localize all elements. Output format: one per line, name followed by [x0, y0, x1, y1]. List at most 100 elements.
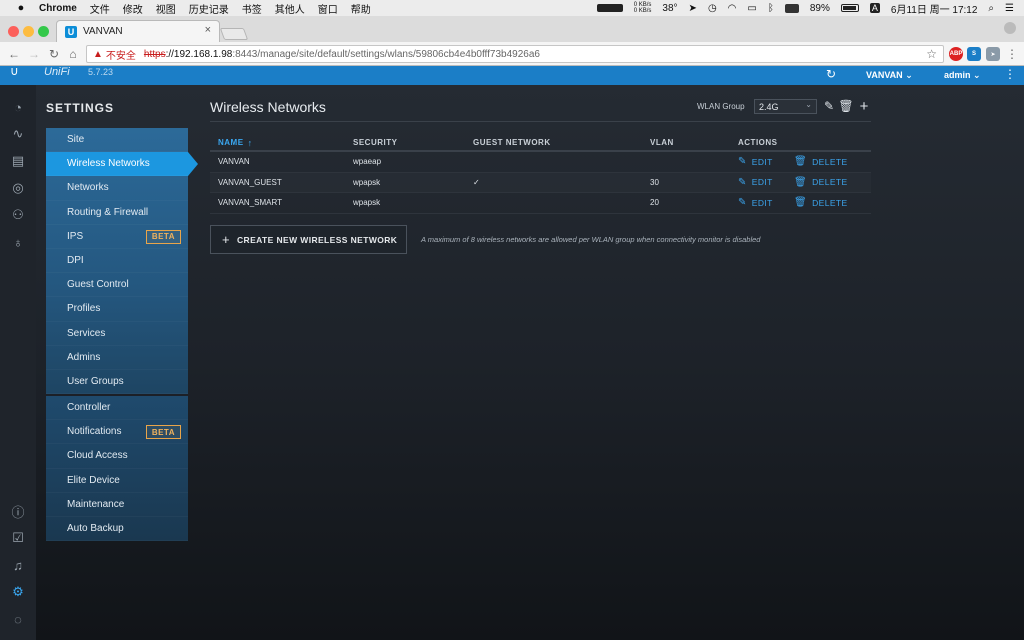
cell-vlan: 30 — [650, 177, 659, 187]
wifi-icon[interactable]: ◠ — [728, 3, 737, 14]
delete-button[interactable]: 🗑︎ DELETE — [794, 152, 848, 172]
apple-menu-icon[interactable]: ● — [14, 1, 28, 15]
delete-button[interactable]: 🗑︎ DELETE — [794, 173, 848, 193]
plus-icon: + — [222, 232, 230, 247]
settings-nav-admins[interactable]: Admins — [46, 346, 188, 370]
column-security-header[interactable]: SECURITY — [353, 135, 397, 150]
airplay-icon[interactable]: ▭ — [747, 3, 756, 14]
extension-s-icon[interactable]: S — [967, 47, 981, 61]
settings-nav-networks[interactable]: Networks — [46, 176, 188, 200]
alerts-bell-icon[interactable]: ♫ — [10, 557, 26, 573]
window-zoom-button[interactable] — [38, 26, 49, 37]
time-machine-icon[interactable]: ◷ — [708, 3, 717, 14]
adblock-extension-icon[interactable]: ABP — [949, 47, 963, 61]
column-name-header[interactable]: NAME ↑ — [218, 135, 253, 150]
settings-gear-icon[interactable]: ⚙ — [10, 584, 26, 600]
spotlight-icon[interactable]: ⌕ — [988, 3, 994, 14]
settings-nav-dpi[interactable]: DPI — [46, 249, 188, 273]
home-icon[interactable]: ⌂ — [65, 46, 81, 62]
create-wireless-network-button[interactable]: + CREATE NEW WIRELESS NETWORK — [210, 225, 407, 254]
profile-avatar[interactable] — [1004, 22, 1016, 34]
devices-icon[interactable]: ◎ — [10, 180, 26, 196]
menu-edit[interactable]: 修改 — [123, 1, 143, 16]
bookmark-star-icon[interactable]: ☆ — [926, 47, 937, 61]
settings-nav-cloud-access[interactable]: Cloud Access — [46, 444, 188, 468]
cell-name: VANVAN_GUEST — [218, 177, 282, 187]
info-icon[interactable]: ⓘ — [10, 503, 26, 520]
site-selector[interactable]: VANVAN ⌄ — [866, 70, 913, 81]
bluetooth-icon[interactable]: ᛒ — [768, 3, 774, 14]
new-tab-button[interactable] — [219, 28, 249, 40]
ubiquiti-logo-icon[interactable]: ∪ — [10, 64, 19, 78]
tab-close-icon[interactable]: × — [205, 24, 211, 36]
edit-pencil-icon[interactable]: ✎ — [822, 99, 836, 113]
send-icon[interactable]: ➤ — [689, 3, 697, 14]
insights-icon[interactable]: ♁ — [10, 234, 26, 250]
chrome-menu-icon[interactable]: ⋮ — [1004, 46, 1020, 62]
menu-bookmarks[interactable]: 书签 — [242, 1, 262, 16]
address-bar[interactable]: ▲ 不安全 https ://192.168.1.98 :8443/manage… — [86, 45, 944, 63]
window-close-button[interactable] — [8, 26, 19, 37]
reload-icon[interactable]: ↻ — [46, 46, 62, 62]
browser-tab-active[interactable]: U VANVAN × — [56, 20, 220, 42]
column-guest-header[interactable]: GUEST NETWORK — [473, 135, 551, 150]
menu-view[interactable]: 视图 — [156, 1, 176, 16]
cpu-graph-icon[interactable] — [596, 4, 623, 12]
add-plus-icon[interactable]: + — [857, 98, 871, 115]
user-selector[interactable]: admin ⌄ — [944, 70, 981, 81]
settings-nav-routing-firewall[interactable]: Routing & Firewall — [46, 201, 188, 225]
dashboard-icon[interactable]: ◔ — [10, 99, 26, 115]
extension-send-icon[interactable]: ➤ — [986, 47, 1000, 61]
temperature-reading[interactable]: 38° — [662, 3, 677, 14]
window-minimize-button[interactable] — [23, 26, 34, 37]
settings-nav-notifications[interactable]: Notifications BETA — [46, 420, 188, 444]
settings-nav-auto-backup[interactable]: Auto Backup — [46, 517, 188, 541]
wlan-group-select[interactable]: 2.4G ⌄ — [754, 99, 817, 114]
column-vlan-header[interactable]: VLAN — [650, 135, 674, 150]
settings-nav-controller-item[interactable]: Controller — [46, 396, 188, 420]
map-icon[interactable]: ▤ — [10, 153, 26, 169]
edit-button[interactable]: ✎ EDIT — [738, 173, 773, 193]
clock[interactable]: 6月11日 周一 17:12 — [891, 1, 978, 16]
edit-button[interactable]: ✎ EDIT — [738, 193, 773, 213]
keyboard-icon[interactable] — [784, 3, 799, 13]
forward-arrow-icon[interactable]: → — [26, 46, 42, 62]
menu-window[interactable]: 窗口 — [318, 1, 338, 16]
menu-app-name[interactable]: Chrome — [39, 3, 77, 14]
clients-icon[interactable]: ⚇ — [10, 207, 26, 223]
settings-nav-controller: Controller Notifications BETA Cloud Acces… — [46, 396, 188, 542]
settings-nav-ips[interactable]: IPS BETA — [46, 225, 188, 249]
settings-nav-wireless-networks[interactable]: Wireless Networks — [46, 152, 198, 177]
trash-icon[interactable]: 🗑︎ — [838, 99, 853, 113]
battery-icon[interactable] — [840, 4, 859, 12]
menu-people[interactable]: 其他人 — [275, 1, 305, 16]
chat-support-icon[interactable]: ◌ — [10, 611, 26, 627]
menu-history[interactable]: 历史记录 — [189, 1, 229, 16]
input-method[interactable]: A — [869, 3, 880, 13]
settings-nav-profiles[interactable]: Profiles — [46, 297, 188, 321]
settings-nav-services[interactable]: Services — [46, 322, 188, 346]
refresh-icon[interactable]: ↻ — [826, 67, 836, 81]
notification-center-icon[interactable]: ☰ — [1005, 3, 1014, 14]
statistics-icon[interactable]: ∿ — [10, 126, 26, 142]
delete-button[interactable]: 🗑︎ DELETE — [794, 193, 848, 213]
settings-nav-elite-device[interactable]: Elite Device — [46, 469, 188, 493]
more-options-icon[interactable]: ⋮ — [1004, 67, 1016, 81]
battery-percent[interactable]: 89% — [810, 3, 830, 14]
settings-nav-site[interactable]: Site — [46, 128, 188, 152]
settings-nav-maintenance[interactable]: Maintenance — [46, 493, 188, 517]
cell-security: wpapsk — [353, 177, 381, 187]
nav-label: Guest Control — [67, 279, 129, 291]
cell-security: wpaeap — [353, 157, 382, 167]
settings-nav-user-groups[interactable]: User Groups — [46, 370, 188, 394]
edit-label: EDIT — [751, 197, 773, 208]
tasks-icon[interactable]: ☑ — [10, 530, 26, 546]
menu-file[interactable]: 文件 — [90, 1, 110, 16]
edit-label: EDIT — [751, 177, 773, 188]
back-arrow-icon[interactable]: ← — [6, 46, 22, 62]
menu-help[interactable]: 帮助 — [351, 1, 371, 16]
net-down: 0 KB/s — [633, 8, 652, 14]
edit-button[interactable]: ✎ EDIT — [738, 152, 773, 172]
network-speed[interactable]: 0 KB/s 0 KB/s — [634, 2, 652, 14]
settings-nav-guest-control[interactable]: Guest Control — [46, 273, 188, 297]
